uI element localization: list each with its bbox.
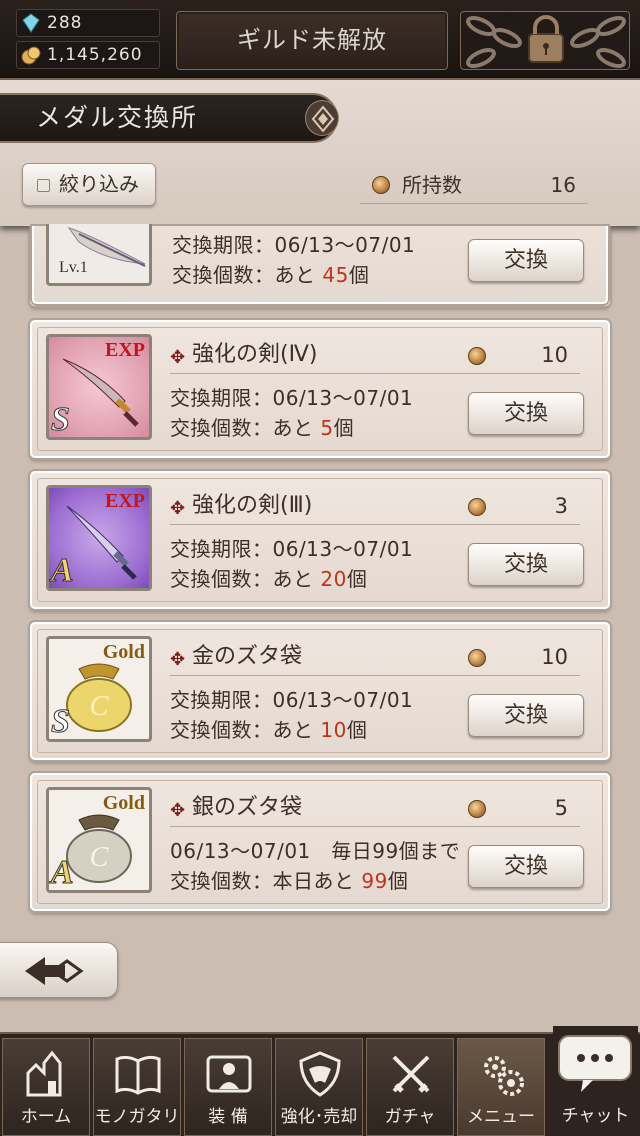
owned-medals-display: 所持数 16 bbox=[360, 166, 588, 204]
filter-text: 絞り込み bbox=[59, 172, 139, 196]
exchange-item-card-visible: Lv.1 交換期限：06/13～07/01 交換個数：あと 45個 交換 bbox=[32, 224, 608, 304]
back-button[interactable] bbox=[0, 942, 118, 998]
chat-button[interactable]: チャット bbox=[553, 1026, 638, 1136]
rank-badge: A bbox=[51, 552, 75, 589]
exchange-item-card: C Gold S ✥ 金のズタ袋 10 交換期限：06/13～07/01 交換個… bbox=[30, 622, 610, 760]
feather-item-thumbnail: Lv.1 bbox=[46, 224, 152, 286]
exchange-item-card: EXP S ✥ 強化の剣(Ⅳ) 10 交換期限：06/13～07/01 交換個数… bbox=[30, 320, 610, 458]
nav-menu[interactable]: メニュー bbox=[457, 1038, 545, 1136]
exchange-remaining: 交換個数：あと 45個 bbox=[172, 263, 370, 287]
bottom-nav: ホーム モノガタリ 装 備 強化･売却 ガチャ メニュー bbox=[0, 1032, 640, 1136]
filter-toggle[interactable]: 絞り込み bbox=[22, 163, 156, 206]
sword-item-thumbnail: EXP A bbox=[46, 485, 152, 591]
medal-cost: 5 bbox=[554, 796, 568, 820]
emblem-icon bbox=[311, 105, 335, 133]
rank-badge: A bbox=[51, 854, 75, 891]
medal-icon bbox=[468, 800, 486, 818]
exchange-item-card: C Gold A ✥ 銀のズタ袋 5 06/13～07/01 毎日99個まで 交… bbox=[30, 773, 610, 911]
medal-cost: 3 bbox=[554, 494, 568, 518]
exchange-item-card: EXP A ✥ 強化の剣(Ⅲ) 3 交換期限：06/13～07/01 交換個数：… bbox=[30, 471, 610, 609]
item-level: Lv.1 bbox=[59, 259, 88, 276]
exchange-period: 06/13～07/01 毎日99個まで bbox=[170, 839, 461, 863]
owned-count-value: 16 bbox=[550, 173, 576, 197]
item-name-row: ✥ 銀のズタ袋 5 bbox=[170, 793, 580, 827]
gem-counter: 288 bbox=[16, 9, 160, 37]
nav-home[interactable]: ホーム bbox=[2, 1038, 90, 1136]
swords-icon bbox=[392, 1055, 430, 1093]
guild-button[interactable]: ギルド未解放 bbox=[176, 11, 448, 70]
item-name: 銀のズタ袋 bbox=[192, 795, 303, 820]
medal-icon bbox=[468, 347, 486, 365]
exchange-remaining: 交換個数：あと 10個 bbox=[170, 718, 368, 742]
gold-counter: 1,145,260 bbox=[16, 41, 160, 69]
exchange-remaining: 交換個数：本日あと 99個 bbox=[170, 869, 409, 893]
cross-icon: ✥ bbox=[170, 649, 186, 670]
nav-label: ホーム bbox=[20, 1107, 72, 1127]
gold-tag: Gold bbox=[102, 792, 145, 814]
nav-label: メニュー bbox=[467, 1107, 535, 1127]
item-name-row: ✥ 強化の剣(Ⅲ) 3 bbox=[170, 491, 580, 525]
exchange-button[interactable]: 交換 bbox=[468, 845, 584, 888]
nav-equipment[interactable]: 装 備 bbox=[184, 1038, 272, 1136]
nav-label: 装 備 bbox=[208, 1107, 248, 1127]
rank-badge: S bbox=[51, 703, 71, 740]
exchange-button[interactable]: 交換 bbox=[468, 239, 584, 282]
back-arrow-icon bbox=[25, 957, 84, 985]
title-emblem-button[interactable] bbox=[305, 100, 339, 136]
item-name: 強化の剣(Ⅲ) bbox=[192, 493, 313, 518]
gold-count: 1,145,260 bbox=[47, 45, 143, 65]
svg-text:C: C bbox=[90, 842, 109, 873]
nav-label: 強化･売却 bbox=[280, 1107, 358, 1127]
gold-tag: Gold bbox=[102, 641, 145, 663]
shield-icon bbox=[299, 1051, 341, 1097]
exchange-button[interactable]: 交換 bbox=[468, 543, 584, 586]
exp-tag: EXP bbox=[105, 339, 145, 361]
medal-icon bbox=[468, 649, 486, 667]
nav-upgrade-sell[interactable]: 強化･売却 bbox=[275, 1038, 363, 1136]
gold-bag-thumbnail: C Gold S bbox=[46, 636, 152, 742]
medal-cost: 10 bbox=[541, 343, 568, 367]
chat-bubble-icon bbox=[558, 1035, 632, 1092]
castle-icon bbox=[26, 1050, 62, 1097]
silver-bag-thumbnail: C Gold A bbox=[46, 787, 152, 893]
exchange-period: 交換期限：06/13～07/01 bbox=[172, 233, 416, 257]
gears-icon bbox=[484, 1056, 524, 1096]
nav-label: チャット bbox=[561, 1106, 630, 1126]
medal-icon bbox=[468, 498, 486, 516]
exchange-period: 交換期限：06/13～07/01 bbox=[170, 386, 414, 410]
owned-label-text: 所持数 bbox=[402, 173, 462, 197]
sword-item-thumbnail: EXP S bbox=[46, 334, 152, 440]
exchange-period: 交換期限：06/13～07/01 bbox=[170, 537, 414, 561]
exchange-remaining: 交換個数：あと 20個 bbox=[170, 567, 368, 591]
equipment-icon bbox=[206, 1055, 252, 1093]
exchange-remaining: 交換個数：あと 5個 bbox=[170, 416, 355, 440]
checkbox-icon bbox=[37, 179, 50, 192]
medal-cost: 10 bbox=[541, 645, 568, 669]
item-name-row: ✥ 強化の剣(Ⅳ) 10 bbox=[170, 340, 580, 374]
exchange-button[interactable]: 交換 bbox=[468, 392, 584, 435]
medal-icon bbox=[372, 176, 390, 194]
item-name: 金のズタ袋 bbox=[192, 644, 303, 669]
gem-icon bbox=[22, 13, 40, 33]
cross-icon: ✥ bbox=[170, 498, 186, 519]
locked-chain-panel[interactable] bbox=[460, 11, 630, 70]
nav-gacha[interactable]: ガチャ bbox=[366, 1038, 454, 1136]
gold-coins-icon bbox=[21, 46, 41, 65]
item-name: 強化の剣(Ⅳ) bbox=[192, 342, 318, 367]
nav-story[interactable]: モノガタリ bbox=[93, 1038, 181, 1136]
exp-tag: EXP bbox=[105, 490, 145, 512]
chain-lock-icon bbox=[466, 15, 626, 69]
nav-label: ガチャ bbox=[384, 1107, 436, 1127]
svg-text:C: C bbox=[90, 691, 109, 722]
exchange-button[interactable]: 交換 bbox=[468, 694, 584, 737]
exchange-period: 交換期限：06/13～07/01 bbox=[170, 688, 414, 712]
rank-badge: S bbox=[51, 401, 71, 438]
item-name-row: ✥ 金のズタ袋 10 bbox=[170, 642, 580, 676]
cross-icon: ✥ bbox=[170, 800, 186, 821]
page-title-display: メダル交換所 bbox=[0, 93, 338, 143]
book-icon bbox=[115, 1055, 161, 1095]
gem-count: 288 bbox=[47, 13, 83, 33]
nav-label: モノガタリ bbox=[94, 1107, 180, 1127]
cross-icon: ✥ bbox=[170, 347, 186, 368]
